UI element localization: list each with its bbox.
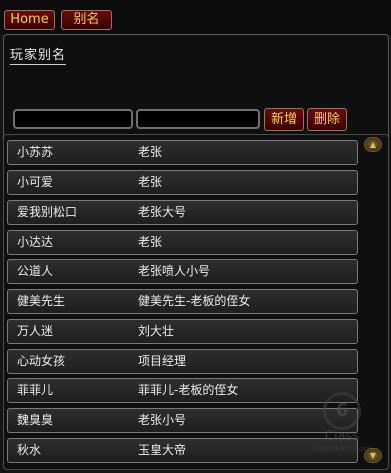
add-button[interactable]: 新增 — [264, 108, 304, 131]
player-alias: 老张 — [138, 145, 163, 159]
list-row[interactable]: 公道人 老张喷人小号 — [7, 259, 358, 284]
player-alias: 老张小号 — [138, 413, 187, 427]
watermark-logo: 6 Class 60addons.com — [312, 392, 372, 462]
player-name: 万人迷 — [17, 324, 54, 338]
list-row[interactable]: 心动女孩 项目经理 — [7, 349, 358, 374]
player-name: 秋水 — [17, 443, 42, 457]
list-row[interactable]: 秋水 玉皇大帝 — [7, 438, 358, 463]
list-row[interactable]: 爱我别松口 老张大号 — [7, 200, 358, 225]
player-alias: 老张喷人小号 — [138, 264, 211, 278]
player-name: 心动女孩 — [17, 354, 66, 368]
player-name: 爱我别松口 — [17, 205, 78, 219]
list-row[interactable]: 万人迷 刘大壮 — [7, 319, 358, 344]
list-row[interactable]: 菲菲儿 菲菲儿-老板的侄女 — [7, 378, 358, 403]
player-alias: 老张大号 — [138, 205, 187, 219]
watermark-icon: 6 — [323, 392, 361, 430]
alias-input[interactable] — [136, 109, 260, 129]
player-name: 公道人 — [17, 264, 54, 278]
list-row[interactable]: 小苏苏 老张 — [7, 140, 358, 165]
delete-button[interactable]: 删除 — [307, 108, 347, 131]
alias-tab-button[interactable]: 别名 — [61, 10, 112, 30]
player-alias: 健美先生-老板的侄女 — [138, 294, 251, 308]
player-alias: 老张 — [138, 235, 163, 249]
top-bar — [0, 0, 391, 34]
player-name: 健美先生 — [17, 294, 66, 308]
player-name: 菲菲儿 — [17, 383, 54, 397]
player-name: 小可爱 — [17, 175, 54, 189]
list-row[interactable]: 魏臭臭 老张小号 — [7, 408, 358, 433]
player-alias: 项目经理 — [138, 354, 187, 368]
list-row[interactable]: 健美先生 健美先生-老板的侄女 — [7, 289, 358, 314]
list-row[interactable]: 小可爱 老张 — [7, 170, 358, 195]
scroll-up-icon[interactable]: ▲ — [364, 137, 382, 152]
section-title: 玩家别名 — [10, 44, 67, 65]
player-name: 魏臭臭 — [17, 413, 54, 427]
watermark-brand: Class — [324, 429, 360, 444]
player-name: 小达达 — [17, 235, 54, 249]
player-name: 小苏苏 — [17, 145, 54, 159]
list-row[interactable]: 小达达 老张 — [7, 230, 358, 255]
player-alias: 菲菲儿-老板的侄女 — [138, 383, 239, 397]
player-alias: 老张 — [138, 175, 163, 189]
home-tab-button[interactable]: Home — [4, 10, 55, 30]
watermark-site: 60addons.com — [312, 444, 372, 453]
player-alias: 玉皇大帝 — [138, 443, 187, 457]
player-name-input[interactable] — [13, 109, 133, 129]
player-alias: 刘大壮 — [138, 324, 175, 338]
